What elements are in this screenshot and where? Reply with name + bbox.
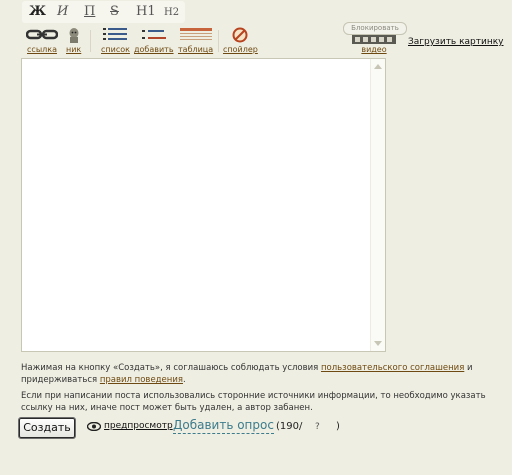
agreement-text-end: . bbox=[182, 375, 186, 385]
link-tool[interactable]: ссылка bbox=[26, 27, 58, 54]
add-item-tool-label: добавить bbox=[134, 45, 174, 54]
user-avatar-icon bbox=[69, 28, 79, 43]
italic-button[interactable]: И bbox=[57, 4, 68, 19]
spoiler-prohibited-icon bbox=[232, 27, 248, 43]
nick-tool[interactable]: ник bbox=[66, 27, 81, 54]
counter-close: ) bbox=[336, 421, 340, 432]
add-item-tool[interactable]: добавить bbox=[134, 27, 174, 54]
eye-icon bbox=[87, 421, 101, 431]
bold-button[interactable]: Ж bbox=[29, 4, 46, 19]
add-list-item-icon bbox=[141, 30, 166, 39]
film-strip-icon bbox=[352, 35, 396, 44]
scroll-up-arrow-icon[interactable] bbox=[374, 64, 382, 69]
table-icon bbox=[179, 28, 212, 40]
spoiler-tool-label: спойлер bbox=[223, 45, 258, 54]
table-tool-label: таблица bbox=[178, 45, 214, 54]
post-text-editor[interactable] bbox=[21, 58, 386, 352]
underline-button[interactable]: П bbox=[84, 4, 95, 19]
bulleted-list-icon bbox=[103, 28, 128, 40]
video-tool-label: видео bbox=[361, 45, 387, 54]
sources-note: Если при написании поста использовались … bbox=[21, 391, 486, 413]
add-poll-link[interactable]: Добавить опрос bbox=[173, 418, 274, 434]
help-question-icon[interactable]: ? bbox=[315, 422, 320, 432]
rules-link[interactable]: правил поведения bbox=[100, 375, 183, 385]
strikethrough-button[interactable]: S bbox=[110, 4, 119, 19]
toolbar-divider bbox=[218, 30, 219, 52]
spoiler-tool[interactable]: спойлер bbox=[223, 27, 258, 54]
video-tool[interactable]: Блокировать видео bbox=[341, 22, 407, 54]
agreement-note: Нажимая на кнопку «Создать», я соглашаюс… bbox=[21, 362, 507, 386]
preview-label: предпросмотр bbox=[104, 421, 173, 431]
preview-link[interactable]: предпросмотр bbox=[87, 421, 173, 432]
format-toolbar: Ж И П S H1 H2 bbox=[22, 1, 185, 23]
upload-image-link[interactable]: Загрузить картинку bbox=[408, 37, 504, 47]
list-tool[interactable]: список bbox=[101, 27, 130, 54]
table-tool[interactable]: таблица bbox=[178, 27, 213, 54]
create-button[interactable]: Создать bbox=[18, 417, 76, 439]
user-agreement-link[interactable]: пользовательского соглашения bbox=[321, 363, 464, 373]
link-tool-label: ссылка bbox=[27, 45, 57, 54]
list-tool-label: список bbox=[101, 45, 130, 54]
heading2-button[interactable]: H2 bbox=[164, 7, 179, 18]
editor-scrollbar[interactable] bbox=[370, 59, 385, 351]
heading1-button[interactable]: H1 bbox=[136, 4, 156, 19]
agreement-text: Нажимая на кнопку «Создать», я соглашаюс… bbox=[21, 363, 321, 373]
video-block-badge: Блокировать bbox=[343, 22, 407, 35]
chain-link-icon bbox=[26, 29, 58, 40]
toolbar-divider bbox=[90, 30, 91, 52]
char-counter: (190/ bbox=[276, 421, 303, 432]
nick-tool-label: ник bbox=[66, 45, 82, 54]
scroll-down-arrow-icon[interactable] bbox=[374, 341, 382, 346]
